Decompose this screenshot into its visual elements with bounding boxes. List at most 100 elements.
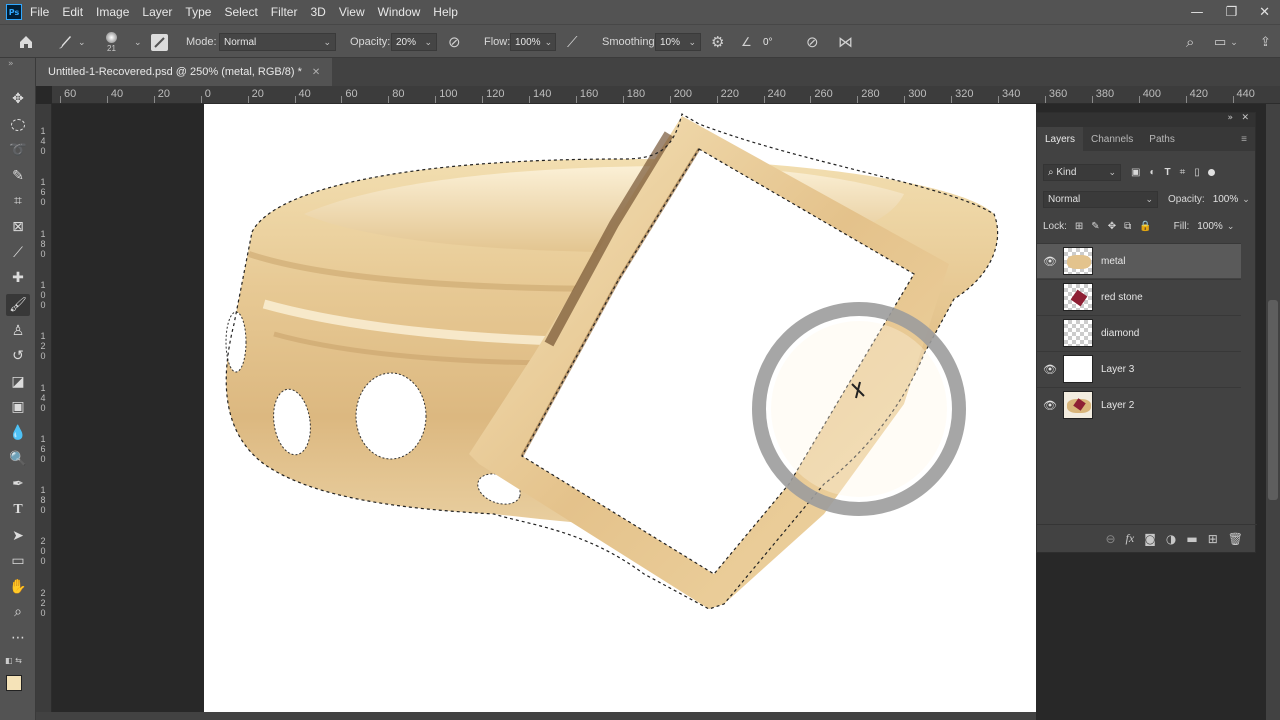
brush-tool-icon[interactable]: ⌄: [56, 25, 86, 59]
minimize-button[interactable]: —: [1190, 5, 1203, 20]
fx-icon[interactable]: fx: [1126, 531, 1135, 546]
frame-tool-icon[interactable]: ⊠: [6, 216, 30, 238]
visibility-eye-icon[interactable]: 👁: [1037, 255, 1063, 268]
gradient-tool-icon[interactable]: ▣: [6, 396, 30, 418]
default-colors-icon[interactable]: ◧ ⇆: [5, 656, 22, 665]
marquee-tool-icon[interactable]: [6, 114, 30, 136]
healing-brush-tool-icon[interactable]: ✚: [6, 267, 30, 289]
lock-transparent-icon[interactable]: ⊞: [1075, 221, 1083, 232]
type-tool-icon[interactable]: T: [6, 499, 30, 521]
zoom-tool-icon[interactable]: ⌕: [6, 601, 30, 623]
document-tab[interactable]: Untitled-1-Recovered.psd @ 250% (metal, …: [36, 58, 333, 86]
menu-view[interactable]: View: [339, 5, 365, 19]
menu-select[interactable]: Select: [224, 5, 257, 19]
filter-adjustment-icon[interactable]: ◐: [1149, 167, 1155, 178]
rectangle-tool-icon[interactable]: ▭: [6, 550, 30, 572]
brush-tool-active-icon[interactable]: 🖌: [6, 294, 30, 316]
close-panel-icon[interactable]: ✕: [1241, 113, 1249, 123]
menu-file[interactable]: File: [30, 5, 49, 19]
brush-preset-caret-icon[interactable]: ⌄: [134, 37, 142, 48]
add-mask-icon[interactable]: ◙: [1144, 532, 1156, 546]
menu-layer[interactable]: Layer: [142, 5, 172, 19]
brush-preset-picker[interactable]: 21: [106, 25, 117, 59]
pressure-size-icon[interactable]: ⊘: [806, 33, 819, 51]
more-tools-icon[interactable]: ⋯: [6, 627, 30, 649]
menu-edit[interactable]: Edit: [62, 5, 83, 19]
gear-icon[interactable]: ⚙: [711, 33, 724, 51]
workspace-icon[interactable]: ▭: [1214, 34, 1226, 50]
clone-stamp-tool-icon[interactable]: ♙: [6, 320, 30, 342]
tab-layers[interactable]: Layers: [1037, 127, 1084, 151]
close-tab-icon[interactable]: ✕: [312, 67, 320, 78]
mode-select[interactable]: Normal ⌄: [219, 33, 336, 51]
airbrush-icon[interactable]: ⟋: [567, 34, 578, 51]
path-selection-tool-icon[interactable]: ➤: [6, 525, 30, 547]
layer-row-metal[interactable]: 👁 metal: [1037, 243, 1241, 278]
home-icon[interactable]: [18, 25, 34, 59]
panel-menu-icon[interactable]: ≡: [1233, 127, 1255, 151]
layer-row-layer-3[interactable]: 👁 Layer 3: [1037, 351, 1241, 386]
restore-button[interactable]: ❐: [1225, 5, 1237, 20]
layer-opacity-field[interactable]: 100% ⌄: [1209, 191, 1251, 208]
fill-field[interactable]: 100% ⌄: [1193, 218, 1235, 235]
ruler-tick: [106, 96, 108, 103]
flow-field[interactable]: 100% ⌄: [510, 33, 556, 51]
layer-row-red-stone[interactable]: red stone: [1037, 279, 1241, 314]
menu-3d[interactable]: 3D: [310, 5, 325, 19]
filter-smart-object-icon[interactable]: ▯: [1194, 167, 1200, 178]
blend-mode-select[interactable]: Normal ⌄: [1043, 190, 1158, 208]
brush-settings-icon[interactable]: [151, 25, 168, 59]
move-tool-icon[interactable]: ✥: [6, 88, 30, 110]
layer-row-diamond[interactable]: diamond: [1037, 315, 1241, 350]
filter-toggle-icon[interactable]: [1207, 168, 1215, 176]
pressure-opacity-icon[interactable]: ⊘: [448, 33, 461, 51]
eyedropper-tool-icon[interactable]: ⟋: [6, 242, 30, 264]
share-icon[interactable]: ⇪: [1260, 34, 1271, 50]
menu-window[interactable]: Window: [378, 5, 421, 19]
smoothing-field[interactable]: 10% ⌄: [655, 33, 701, 51]
filter-shape-icon[interactable]: ⌗: [1180, 167, 1186, 178]
close-window-button[interactable]: ✕: [1259, 5, 1270, 20]
menu-help[interactable]: Help: [433, 5, 458, 19]
lock-all-icon[interactable]: 🔒: [1139, 221, 1151, 232]
panel-scrollbar-thumb[interactable]: [1268, 300, 1278, 500]
layer-row-layer-2[interactable]: 👁 Layer 2: [1037, 387, 1241, 422]
visibility-eye-icon[interactable]: 👁: [1037, 363, 1063, 376]
menu-filter[interactable]: Filter: [271, 5, 298, 19]
chevron-down-icon[interactable]: ⌄: [1230, 37, 1238, 48]
adjustment-layer-icon[interactable]: ◑: [1166, 532, 1176, 546]
link-layers-icon[interactable]: ⊖: [1105, 532, 1115, 546]
document-canvas[interactable]: [204, 104, 1036, 716]
dodge-tool-icon[interactable]: 🔍: [6, 448, 30, 470]
menu-image[interactable]: Image: [96, 5, 129, 19]
filter-pixel-icon[interactable]: ▣: [1131, 167, 1140, 178]
filter-type-icon[interactable]: T: [1165, 167, 1171, 178]
filter-kind-select[interactable]: ⌕ Kind ⌄: [1043, 163, 1121, 181]
foreground-color-swatch[interactable]: [6, 675, 22, 691]
angle-field[interactable]: 0°: [759, 33, 791, 51]
crop-tool-icon[interactable]: ⌗: [6, 190, 30, 212]
lock-pixels-icon[interactable]: ✎: [1091, 221, 1099, 232]
tab-paths[interactable]: Paths: [1141, 127, 1183, 151]
delete-layer-icon[interactable]: 🗑: [1228, 532, 1243, 546]
tab-channels[interactable]: Channels: [1083, 127, 1141, 151]
eraser-tool-icon[interactable]: ◪: [6, 371, 30, 393]
collapse-panel-icon[interactable]: »: [1227, 113, 1233, 123]
new-group-icon[interactable]: ▬: [1186, 532, 1197, 546]
symmetry-icon[interactable]: ⋈: [838, 33, 853, 51]
hand-tool-icon[interactable]: ✋: [6, 576, 30, 598]
new-layer-icon[interactable]: ⊞: [1208, 532, 1218, 546]
visibility-eye-icon[interactable]: 👁: [1037, 399, 1063, 412]
pen-tool-icon[interactable]: ✒: [6, 473, 30, 495]
opacity-field[interactable]: 20% ⌄: [391, 33, 437, 51]
expand-toolbar-icon[interactable]: »: [8, 59, 14, 69]
blur-tool-icon[interactable]: 💧: [6, 422, 30, 444]
quick-selection-tool-icon[interactable]: ✎: [6, 165, 30, 187]
canvas-area[interactable]: [52, 104, 1036, 716]
lock-position-icon[interactable]: ✥: [1108, 221, 1116, 232]
search-icon[interactable]: ⌕: [1186, 34, 1194, 51]
lasso-tool-icon[interactable]: ➰: [6, 139, 30, 161]
lock-artboard-icon[interactable]: ⧉: [1124, 221, 1131, 232]
menu-type[interactable]: Type: [185, 5, 211, 19]
history-brush-tool-icon[interactable]: ↺: [6, 345, 30, 367]
